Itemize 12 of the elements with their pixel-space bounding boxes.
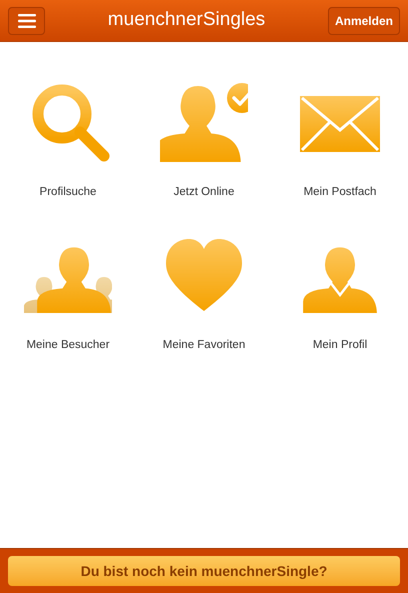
login-button[interactable]: Anmelden <box>328 6 400 34</box>
menu-button[interactable] <box>8 6 45 34</box>
menu-icon <box>18 14 36 28</box>
person-check-icon[interactable] <box>160 82 248 162</box>
register-button[interactable]: Du bist noch kein muenchnerSingle? <box>8 556 400 586</box>
tile-link[interactable]: Jetzt Online <box>174 184 234 202</box>
app-title: muenchnerSingles <box>108 8 266 32</box>
tile-link[interactable]: Profilsuche <box>40 184 96 202</box>
tile-link[interactable]: Mein Profil <box>312 337 368 354</box>
tile-link[interactable]: Meine Favoriten <box>162 337 246 354</box>
tile-link[interactable]: Mein Postfach <box>304 184 376 202</box>
tile-link[interactable]: Meine Besucher <box>26 337 110 354</box>
